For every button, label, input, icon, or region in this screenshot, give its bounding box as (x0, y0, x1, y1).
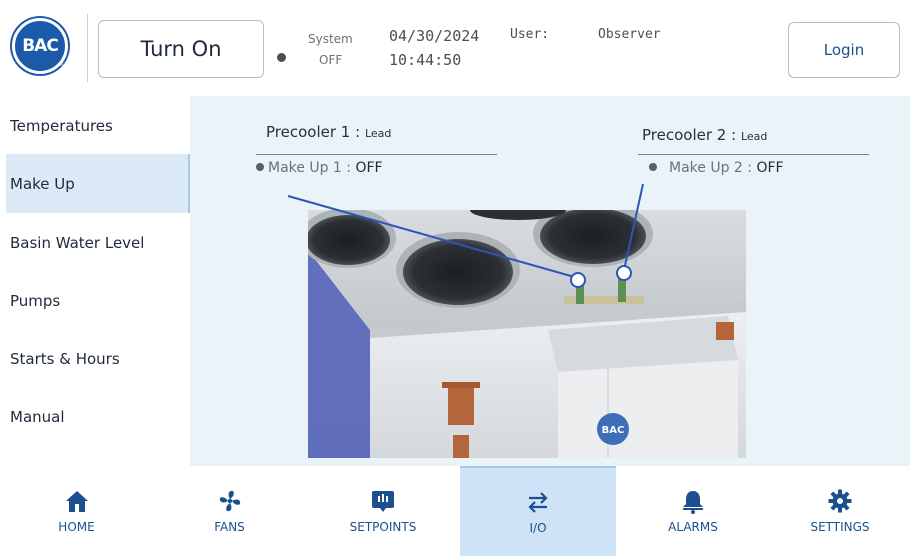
bottom-navigation: HOME FANS SETPOINTS I/O ALARMS SETTINGS (0, 466, 910, 556)
current-date: 04/30/2024 (389, 27, 480, 45)
precooler-2-title: Precooler 2 : Lead (642, 126, 767, 144)
system-label: System (308, 32, 353, 46)
logo-text: BAC (22, 36, 59, 56)
precooler-1-title: Precooler 1 : Lead (266, 123, 391, 141)
nav-io-label: I/O (529, 521, 547, 535)
logo-registered-mark: ® (58, 61, 64, 68)
nav-io[interactable]: I/O (460, 466, 616, 556)
home-icon (65, 491, 88, 512)
make-up-2-value: OFF (756, 160, 784, 176)
sidebar-item-pumps[interactable]: Pumps (6, 271, 190, 330)
setpoints-icon (372, 491, 394, 512)
cooling-tower-image: BAC (308, 210, 746, 458)
current-time: 10:44:50 (389, 51, 462, 69)
user-value: Observer (598, 27, 661, 42)
sidebar-menu: Temperatures Make Up Basin Water Level P… (0, 96, 190, 466)
sidebar-item-manual[interactable]: Manual (6, 387, 190, 446)
precooler-1-label: Precooler 1 : (266, 123, 361, 141)
bell-icon (683, 491, 703, 514)
precooler-2-role: Lead (740, 130, 768, 143)
make-up-1-value: OFF (355, 160, 383, 176)
nav-settings-label: SETTINGS (810, 520, 870, 534)
nav-alarms-label: ALARMS (668, 520, 718, 534)
make-up-2-label: Make Up 2 : (669, 160, 752, 176)
sidebar-item-temperatures[interactable]: Temperatures (6, 96, 190, 155)
precooler-2-underline (638, 154, 869, 155)
make-up-1-status-dot (256, 163, 264, 171)
nav-alarms[interactable]: ALARMS (616, 466, 770, 556)
turn-on-button[interactable]: Turn On (98, 20, 264, 78)
system-status-indicator (277, 53, 286, 62)
gear-icon (828, 489, 852, 513)
header-bar: BAC ® Turn On System OFF 04/30/2024 10:4… (0, 0, 910, 96)
nav-fans[interactable]: FANS (153, 466, 306, 556)
make-up-1-row: Make Up 1 : OFF (256, 160, 383, 176)
fan-icon (219, 490, 240, 512)
nav-home[interactable]: HOME (0, 466, 153, 556)
make-up-panel: Precooler 1 : Lead Make Up 1 : OFF Preco… (190, 96, 910, 466)
system-status-value: OFF (319, 53, 343, 67)
sidebar-item-basin-water-level[interactable]: Basin Water Level (6, 213, 190, 272)
header-divider (87, 14, 88, 82)
nav-settings[interactable]: SETTINGS (770, 466, 910, 556)
precooler-1-underline (256, 154, 497, 155)
sidebar-item-make-up[interactable]: Make Up (6, 154, 190, 213)
nav-setpoints[interactable]: SETPOINTS (306, 466, 460, 556)
nav-setpoints-label: SETPOINTS (349, 520, 417, 534)
sidebar-item-starts-hours[interactable]: Starts & Hours (6, 329, 190, 388)
cooling-tower-illustration: BAC (308, 210, 746, 458)
unit-badge-text: BAC (602, 425, 625, 436)
make-up-2-status-dot (649, 163, 657, 171)
make-up-2-row: Make Up 2 : OFF (649, 160, 784, 176)
user-label: User: (510, 27, 550, 42)
precooler-1-role: Lead (364, 127, 392, 140)
nav-home-label: HOME (58, 520, 95, 534)
bac-logo: BAC ® (12, 18, 68, 74)
swap-arrows-icon (528, 492, 548, 513)
precooler-2-label: Precooler 2 : (642, 126, 737, 144)
nav-fans-label: FANS (214, 520, 245, 534)
make-up-1-label: Make Up 1 : (268, 160, 351, 176)
login-button[interactable]: Login (788, 22, 900, 78)
